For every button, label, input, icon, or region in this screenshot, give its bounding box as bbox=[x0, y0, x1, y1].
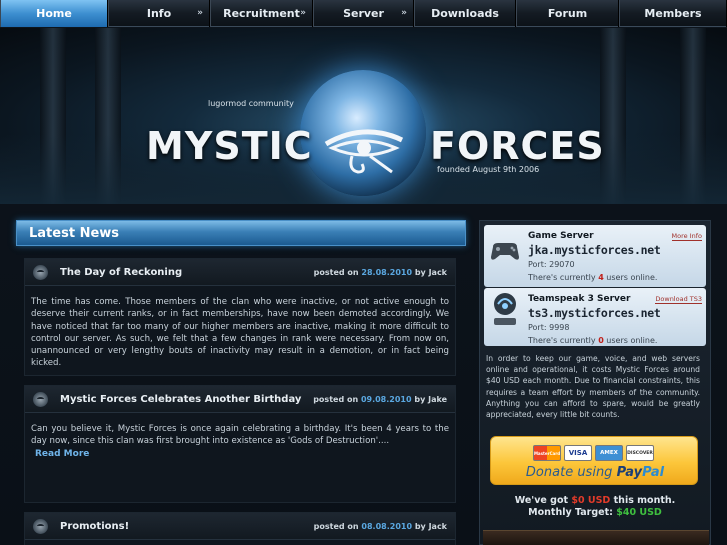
eye-of-horus-icon bbox=[324, 129, 404, 174]
posted-on-label: posted on bbox=[313, 267, 359, 277]
nav-forum-label: Forum bbox=[547, 7, 588, 20]
post-author: Jack bbox=[428, 521, 447, 531]
nav-recruitment[interactable]: Recruitment» bbox=[210, 0, 313, 27]
banner-title-left: MYSTIC bbox=[146, 124, 313, 168]
paypal-pal: Pal bbox=[642, 465, 665, 480]
donation-target: Monthly Target: $40 USD bbox=[484, 507, 706, 519]
nav-forum[interactable]: Forum bbox=[516, 0, 619, 27]
game-server-host[interactable]: jka.mysticforces.net bbox=[528, 243, 661, 257]
teamspeak-server-panel: Teamspeak 3 Server Download TS3 ts3.myst… bbox=[484, 288, 706, 346]
got-amount: $0 USD bbox=[571, 495, 611, 506]
news-post: The Day of Reckoning posted on 28.08.201… bbox=[24, 258, 456, 376]
post-author: Jack bbox=[428, 267, 447, 277]
teamspeak-port: Port: 9998 bbox=[528, 323, 570, 332]
paypal-donate-button[interactable]: MasterCard VISA AMEX DISCOVER Donate usi… bbox=[490, 436, 698, 485]
nav-info-label: Info bbox=[146, 7, 172, 20]
post-date: 08.08.2010 bbox=[361, 521, 413, 531]
post-date: 28.08.2010 bbox=[361, 267, 413, 277]
target-amount: $40 USD bbox=[616, 507, 662, 518]
got-prefix: We've got bbox=[514, 495, 572, 506]
nav-recruitment-label: Recruitment bbox=[223, 7, 300, 20]
post-header: The Day of Reckoning posted on 28.08.201… bbox=[25, 259, 455, 286]
latest-news-heading: Latest News bbox=[16, 220, 466, 246]
header-banner: lugormod community MYSTIC FORCES founded… bbox=[0, 28, 727, 204]
amex-icon: AMEX bbox=[595, 445, 623, 461]
banner-subtitle-top: lugormod community bbox=[208, 99, 294, 108]
main-navigation: Home Info» Recruitment» Server» Download… bbox=[0, 0, 727, 27]
nav-downloads[interactable]: Downloads bbox=[414, 0, 516, 27]
post-meta: posted on 08.08.2010 by Jack bbox=[314, 522, 447, 531]
got-suffix: this month. bbox=[610, 495, 676, 506]
nav-home-label: Home bbox=[36, 7, 72, 20]
visa-icon: VISA bbox=[564, 445, 592, 461]
nav-downloads-label: Downloads bbox=[431, 7, 499, 20]
teamspeak-users: There's currently 0 users online. bbox=[528, 336, 657, 345]
news-post: Promotions! posted on 08.08.2010 by Jack bbox=[24, 512, 456, 545]
more-info-link[interactable]: More Info bbox=[671, 232, 702, 241]
nav-server[interactable]: Server » bbox=[313, 0, 414, 27]
jedi-order-icon bbox=[33, 518, 48, 534]
nav-info[interactable]: Info » bbox=[108, 0, 210, 27]
paypal-label: Donate using PayPal bbox=[491, 465, 699, 480]
submenu-arrow-icon: » bbox=[197, 8, 203, 18]
target-prefix: Monthly Target: bbox=[528, 507, 617, 518]
submenu-arrow-icon: » bbox=[401, 8, 407, 18]
post-body: The time has come. Those members of the … bbox=[31, 297, 449, 369]
game-server-panel: Game Server More Info jka.mysticforces.n… bbox=[484, 225, 706, 287]
game-server-title: Game Server bbox=[528, 231, 594, 241]
game-server-port: Port: 29070 bbox=[528, 260, 575, 269]
sidebar-image-preview bbox=[483, 530, 709, 545]
post-date: 09.08.2010 bbox=[360, 394, 412, 404]
post-title[interactable]: Mystic Forces Celebrates Another Birthda… bbox=[60, 394, 313, 405]
payment-cards: MasterCard VISA AMEX DISCOVER bbox=[533, 445, 654, 461]
users-prefix: There's currently bbox=[528, 336, 599, 345]
post-meta: posted on 28.08.2010 by Jack bbox=[314, 268, 447, 277]
nav-members-label: Members bbox=[644, 7, 702, 20]
post-author: Jake bbox=[428, 394, 447, 404]
post-body-text: Can you believe it, Mystic Forces is onc… bbox=[31, 424, 449, 447]
users-suffix: users online. bbox=[603, 336, 658, 345]
read-more-link[interactable]: Read More bbox=[35, 449, 89, 459]
download-ts3-link[interactable]: Download TS3 bbox=[655, 295, 702, 304]
users-suffix: users online. bbox=[603, 273, 658, 282]
post-header: Promotions! posted on 08.08.2010 by Jack bbox=[25, 513, 455, 540]
by-label: by bbox=[414, 394, 426, 404]
teamspeak-host[interactable]: ts3.mysticforces.net bbox=[528, 306, 661, 320]
post-header: Mystic Forces Celebrates Another Birthda… bbox=[25, 386, 455, 413]
by-label: by bbox=[414, 267, 426, 277]
jedi-order-icon bbox=[33, 391, 48, 407]
mastercard-icon: MasterCard bbox=[533, 445, 561, 461]
submenu-arrow-icon: » bbox=[300, 8, 306, 18]
donation-goal: We've got $0 USD this month. Monthly Tar… bbox=[484, 495, 706, 519]
donate-using-label: Donate using bbox=[525, 465, 617, 480]
gamepad-icon bbox=[491, 243, 519, 260]
post-body: Can you believe it, Mystic Forces is onc… bbox=[25, 413, 455, 466]
banner-subtitle-bottom: founded August 9th 2006 bbox=[437, 165, 540, 174]
paypal-pay: Pay bbox=[616, 465, 643, 480]
nav-server-label: Server bbox=[343, 7, 384, 20]
news-post: Mystic Forces Celebrates Another Birthda… bbox=[24, 385, 456, 503]
post-title[interactable]: Promotions! bbox=[60, 521, 314, 532]
by-label: by bbox=[414, 521, 426, 531]
teamspeak-icon bbox=[494, 293, 516, 325]
discover-icon: DISCOVER bbox=[626, 445, 654, 461]
posted-on-label: posted on bbox=[313, 521, 359, 531]
users-prefix: There's currently bbox=[528, 273, 599, 282]
teamspeak-title: Teamspeak 3 Server bbox=[528, 294, 631, 304]
posted-on-label: posted on bbox=[313, 394, 359, 404]
nav-home[interactable]: Home bbox=[0, 0, 108, 27]
jedi-order-icon bbox=[33, 264, 48, 280]
game-server-users: There's currently 4 users online. bbox=[528, 273, 657, 282]
page: Home Info» Recruitment» Server» Download… bbox=[0, 0, 727, 545]
donate-description: In order to keep our game, voice, and we… bbox=[486, 354, 700, 420]
post-title[interactable]: The Day of Reckoning bbox=[60, 267, 314, 278]
donation-received: We've got $0 USD this month. bbox=[484, 495, 706, 507]
nav-members[interactable]: Members bbox=[619, 0, 727, 27]
post-meta: posted on 09.08.2010 by Jake bbox=[313, 395, 447, 404]
banner-title-right: FORCES bbox=[430, 124, 605, 168]
